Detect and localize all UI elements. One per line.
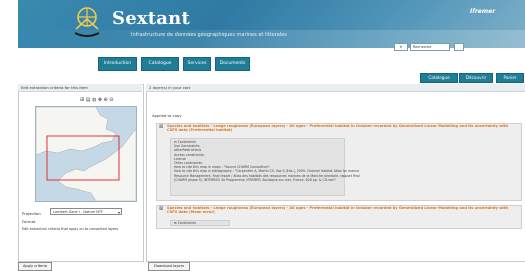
language-selector[interactable]: fr (394, 43, 408, 51)
apply-criteria-button[interactable]: Apply criteria (18, 262, 52, 271)
extent-map[interactable] (35, 106, 137, 202)
tab-introduction[interactable]: Introduction (98, 57, 137, 71)
ifremer-logo: Ifremer (470, 8, 496, 15)
catalogue-button[interactable]: Catalogue (420, 73, 458, 83)
tab-services[interactable]: Services (183, 57, 211, 71)
constraints-heading: Constraints (177, 221, 196, 225)
chevron-down-icon: ▾ (117, 210, 120, 215)
format-label: Format (22, 219, 36, 224)
projection-label: Projection (22, 211, 41, 216)
map-toolbar: ⊞▤◍✥⊕⊖ (80, 97, 130, 103)
constraints-box: ⊟ Constraints Use Constraints: otherRest… (170, 138, 360, 196)
app-subtitle: Infrastructure de données géographiques … (131, 32, 287, 38)
cart-button[interactable]: Panier (496, 73, 524, 83)
constraints-box[interactable]: ⊞ Constraints (170, 220, 230, 226)
download-layers-button[interactable]: Download layers (148, 262, 190, 271)
extraction-note: Edit extraction criteria that apply on t… (22, 227, 119, 231)
constraint-line: (CHARM phase II). INTERREG 3a Programme,… (174, 177, 336, 182)
extraction-criteria-header: Edit extraction criteria for this item (18, 84, 142, 92)
tab-documents[interactable]: Documents (215, 57, 250, 71)
app-title: Sextant (112, 8, 190, 29)
applied-to-copy-label: Applied to copy (152, 113, 182, 118)
projection-value: Lambert Zone I - Datum NTF (53, 210, 104, 214)
remove-layer-icon[interactable]: ⊠ (159, 124, 163, 130)
constraint-line: How to cite this map in bibliography : "… (174, 169, 360, 174)
cart-panel-header: 2 layer(s) in your cart (146, 84, 525, 92)
discover-button[interactable]: Découvrir (459, 73, 493, 83)
remove-layer-icon[interactable]: ⊠ (159, 206, 163, 212)
map-land-shapes (36, 107, 136, 201)
search-button[interactable] (454, 43, 464, 51)
layer-title[interactable]: Species and habitats - Ledge roughness (… (167, 206, 517, 214)
search-input[interactable]: Recherche (410, 43, 450, 51)
sextant-logo-icon (74, 7, 100, 37)
layer-title[interactable]: Species and habitats - Ledge roughness (… (167, 124, 517, 132)
projection-select[interactable]: Lambert Zone I - Datum NTF ▾ (50, 208, 122, 215)
tab-catalogue[interactable]: Catalogue (141, 57, 179, 71)
zoom-out-icon[interactable]: ⊖ (109, 97, 115, 103)
